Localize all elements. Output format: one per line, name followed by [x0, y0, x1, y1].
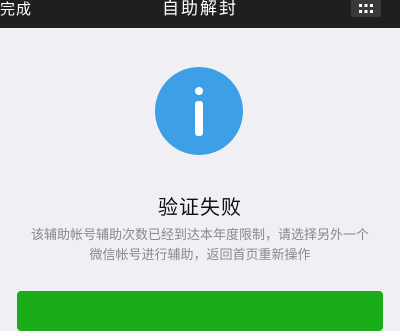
result-page: 验证失败 该辅助帐号辅助次数已经到达本年度限制，请选择另外一个 微信帐号进行辅助…: [0, 28, 400, 331]
page-title: 自助解封: [162, 0, 238, 19]
primary-action-button[interactable]: [17, 291, 383, 331]
description-line-2: 微信帐号进行辅助，返回首页重新操作: [89, 248, 311, 263]
result-title: 验证失败: [158, 195, 242, 219]
navigation-bar: 完成 自助解封: [0, 0, 400, 28]
info-icon: [155, 67, 243, 155]
more-button[interactable]: [351, 0, 381, 17]
more-icon: [359, 3, 373, 13]
description-line-1: 该辅助帐号辅助次数已经到达本年度限制，请选择另外一个: [30, 228, 369, 243]
result-description: 该辅助帐号辅助次数已经到达本年度限制，请选择另外一个 微信帐号进行辅助，返回首页…: [20, 226, 380, 266]
